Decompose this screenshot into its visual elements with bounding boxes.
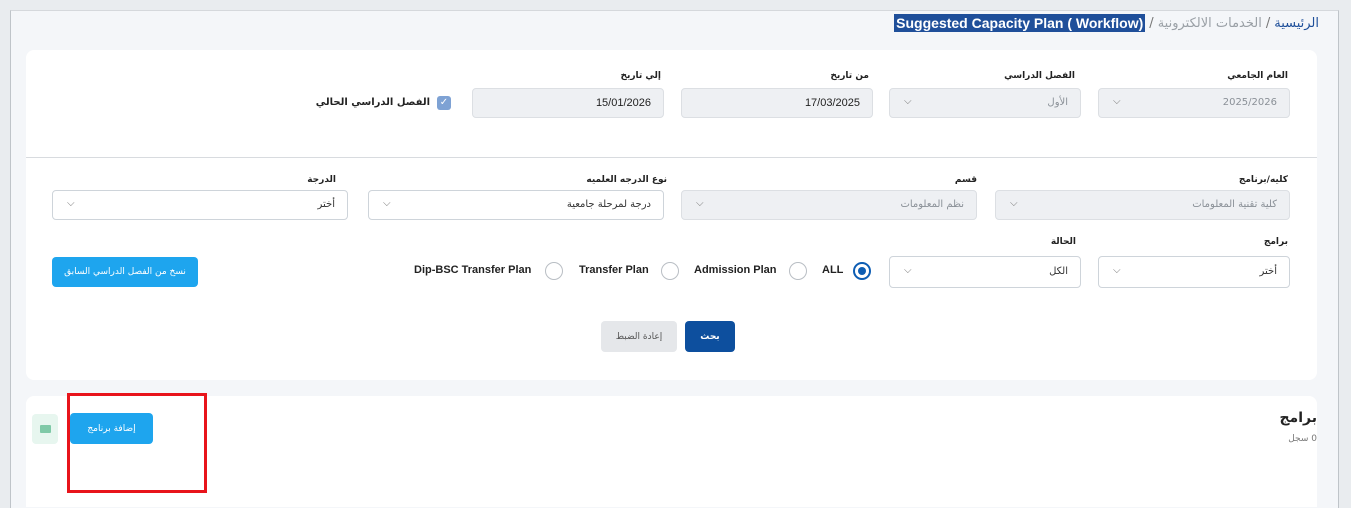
college-label: كليه/برنامج <box>1238 175 1288 185</box>
radio-admission-plan[interactable] <box>789 262 807 280</box>
to-date-label: إلي تاريخ <box>620 71 661 81</box>
chevron-down-icon: ⌵ <box>1113 96 1121 107</box>
programs-label: برامج <box>1263 237 1288 247</box>
chevron-down-icon: ⌵ <box>904 265 912 276</box>
department-select[interactable]: نظم المعلومات ⌵ <box>681 190 977 220</box>
semester-label: الفصل الدراسي <box>1004 71 1075 81</box>
from-date-field[interactable]: 17/03/2025 <box>681 88 873 118</box>
degree-type-label: نوع الدرجه العلميه <box>586 175 667 185</box>
radio-transfer-label: Transfer Plan <box>579 264 649 276</box>
chevron-down-icon: ⌵ <box>1113 265 1121 276</box>
degree-label: الدرجة <box>307 175 336 185</box>
breadcrumb-separator: / <box>1265 15 1271 31</box>
academic-year-label: العام الجامعي <box>1227 71 1288 81</box>
radio-all-label: ALL <box>822 264 844 276</box>
programs-select[interactable]: أختر ⌵ <box>1098 256 1290 288</box>
record-count: 0 سجل <box>1288 434 1317 444</box>
programs-panel <box>26 396 1317 507</box>
chevron-down-icon: ⌵ <box>383 198 391 209</box>
breadcrumb-services[interactable]: الخدمات الالكترونية <box>1158 16 1262 31</box>
department-label: قسم <box>954 175 977 185</box>
academic-year-value: 2025/2026 <box>1222 97 1277 108</box>
semester-value: الأول <box>1047 97 1068 108</box>
from-date-value: 17/03/2025 <box>804 97 860 109</box>
to-date-value: 15/01/2026 <box>595 97 651 109</box>
chevron-down-icon: ⌵ <box>696 198 704 209</box>
degree-type-select[interactable]: درجة لمرحلة جامعية ⌵ <box>368 190 664 220</box>
search-button[interactable]: بحث <box>685 321 735 352</box>
status-label: الحالة <box>1050 237 1076 247</box>
programs-section-title: برامج <box>1279 410 1317 426</box>
check-icon: ✓ <box>439 97 449 108</box>
breadcrumb-separator: / <box>1149 15 1154 31</box>
degree-select[interactable]: أختر ⌵ <box>52 190 348 220</box>
breadcrumb: الرئيسية / الخدمات الالكترونية / Suggest… <box>894 14 1319 32</box>
radio-transfer-plan[interactable] <box>661 262 679 280</box>
excel-export-icon[interactable] <box>32 414 58 444</box>
highlight-box <box>67 393 207 493</box>
radio-all[interactable] <box>853 262 871 280</box>
reset-button[interactable]: إعادة الضبط <box>601 321 677 352</box>
breadcrumb-home[interactable]: الرئيسية <box>1274 16 1319 31</box>
semester-select[interactable]: الأول ⌵ <box>889 88 1081 118</box>
current-semester-label: الفصل الدراسي الحالي <box>315 97 430 108</box>
divider <box>26 157 1317 158</box>
status-select[interactable]: الكل ⌵ <box>889 256 1081 288</box>
programs-value: أختر <box>1259 266 1278 277</box>
chevron-down-icon: ⌵ <box>67 198 75 209</box>
college-value: كلية تقنية المعلومات <box>1192 199 1277 210</box>
to-date-field[interactable]: 15/01/2026 <box>472 88 664 118</box>
chevron-down-icon: ⌵ <box>1010 198 1018 209</box>
degree-type-value: درجة لمرحلة جامعية <box>566 199 651 210</box>
academic-year-select[interactable]: 2025/2026 ⌵ <box>1098 88 1290 118</box>
status-value: الكل <box>1049 266 1068 277</box>
chevron-down-icon: ⌵ <box>904 96 912 107</box>
from-date-label: من تاريخ <box>830 71 869 81</box>
degree-value: أختر <box>317 199 336 210</box>
radio-dip-bsc-transfer-plan[interactable] <box>545 262 563 280</box>
page-title: Suggested Capacity Plan ( Workflow) <box>894 14 1146 32</box>
college-select[interactable]: كلية تقنية المعلومات ⌵ <box>995 190 1290 220</box>
radio-dip-bsc-label: Dip-BSC Transfer Plan <box>414 264 532 276</box>
current-semester-checkbox[interactable]: ✓ <box>437 96 451 110</box>
copy-previous-semester-button[interactable]: نسخ من الفصل الدراسي السابق <box>52 257 198 287</box>
department-value: نظم المعلومات <box>900 199 964 210</box>
radio-admission-label: Admission Plan <box>694 264 777 276</box>
